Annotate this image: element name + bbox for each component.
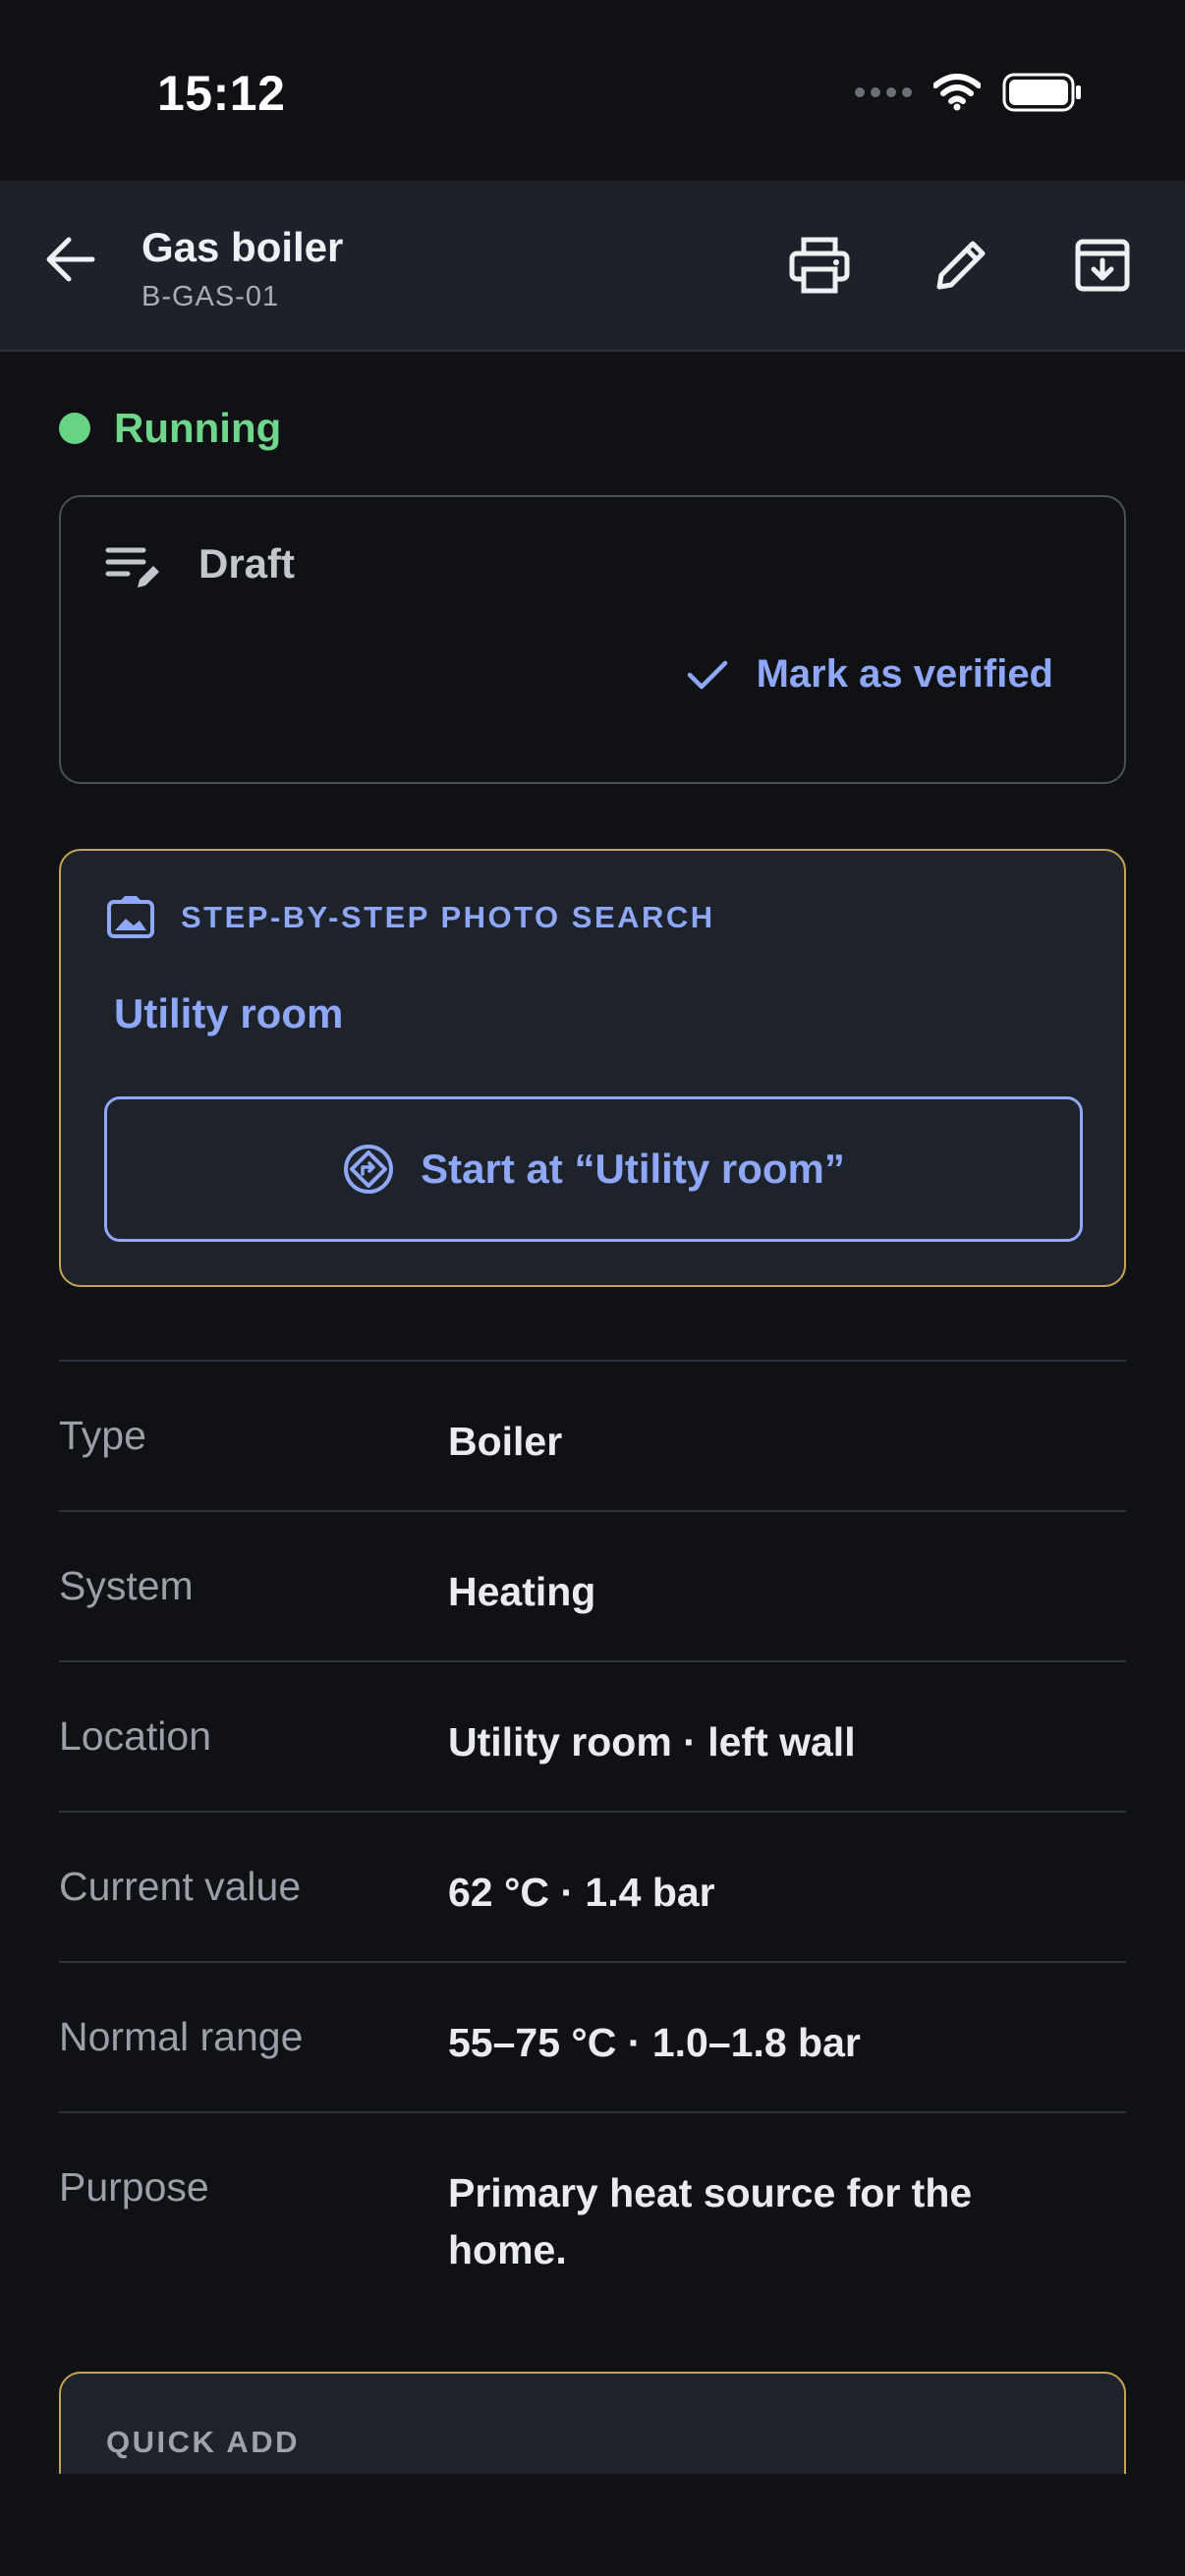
quick-add-heading: QUICK ADD xyxy=(106,2425,301,2459)
print-button[interactable] xyxy=(786,232,853,299)
status-indicator: Running xyxy=(59,405,281,452)
archive-button[interactable] xyxy=(1069,232,1136,299)
draft-card: Draft Mark as verified xyxy=(59,495,1126,784)
status-bar: 15:12 xyxy=(0,0,1185,181)
detail-value: 62 °C · 1.4 bar xyxy=(448,1870,715,1915)
start-photo-search-button[interactable]: Start at “Utility room” xyxy=(104,1096,1083,1242)
detail-value: Utility room · left wall xyxy=(448,1719,856,1764)
detail-row-current-value: Current value 62 °C · 1.4 bar xyxy=(59,1811,1126,1961)
detail-value: Primary heat source for the home. xyxy=(448,2170,973,2272)
detail-label: System xyxy=(59,1563,194,1608)
battery-icon xyxy=(1002,73,1081,112)
detail-row-normal-range: Normal range 55–75 °C · 1.0–1.8 bar xyxy=(59,1961,1126,2111)
detail-label: Current value xyxy=(59,1864,302,1909)
detail-label: Normal range xyxy=(59,2014,304,2059)
photo-search-location: Utility room xyxy=(114,990,344,1036)
details-list: Type Boiler System Heating Location Util… xyxy=(59,1360,1126,2308)
detail-row-purpose: Purpose Primary heat source for the home… xyxy=(59,2111,1126,2308)
detail-label: Purpose xyxy=(59,2164,209,2210)
print-icon xyxy=(789,237,850,294)
back-button[interactable] xyxy=(39,228,102,291)
detail-value: 55–75 °C · 1.0–1.8 bar xyxy=(448,2020,861,2065)
bottom-background xyxy=(0,2474,1185,2576)
detail-row-system: System Heating xyxy=(59,1510,1126,1660)
detail-label: Location xyxy=(59,1713,212,1759)
status-label: Running xyxy=(114,405,282,451)
photo-search-header: STEP-BY-STEP PHOTO SEARCH xyxy=(106,896,715,939)
arrow-back-icon xyxy=(46,237,95,282)
mark-as-verified-label: Mark as verified xyxy=(756,652,1053,696)
detail-label: Type xyxy=(59,1413,146,1458)
status-dot xyxy=(59,413,90,444)
wifi-icon xyxy=(933,74,981,111)
draft-label: Draft xyxy=(198,540,296,587)
detail-row-location: Location Utility room · left wall xyxy=(59,1660,1126,1811)
asset-code: B-GAS-01 xyxy=(141,281,280,312)
edit-button[interactable] xyxy=(928,232,994,299)
photo-search-card: STEP-BY-STEP PHOTO SEARCH Utility room S… xyxy=(59,849,1126,1287)
directions-icon xyxy=(344,1145,394,1194)
detail-value: Boiler xyxy=(448,1419,563,1464)
mark-as-verified-button[interactable]: Mark as verified xyxy=(686,652,1053,697)
check-icon xyxy=(687,660,727,689)
status-time: 15:12 xyxy=(157,66,286,121)
photo-icon xyxy=(107,896,154,938)
detail-row-type: Type Boiler xyxy=(59,1360,1126,1510)
start-photo-search-label: Start at “Utility room” xyxy=(421,1146,845,1192)
archive-icon xyxy=(1075,239,1130,292)
detail-value: Heating xyxy=(448,1569,596,1614)
photo-search-heading: STEP-BY-STEP PHOTO SEARCH xyxy=(181,900,715,934)
edit-icon xyxy=(936,241,986,290)
page-title: Gas boiler xyxy=(141,224,344,270)
cellular-signal-icon xyxy=(855,87,912,97)
draft-notes-icon xyxy=(105,547,159,588)
status-icons xyxy=(855,73,1083,112)
